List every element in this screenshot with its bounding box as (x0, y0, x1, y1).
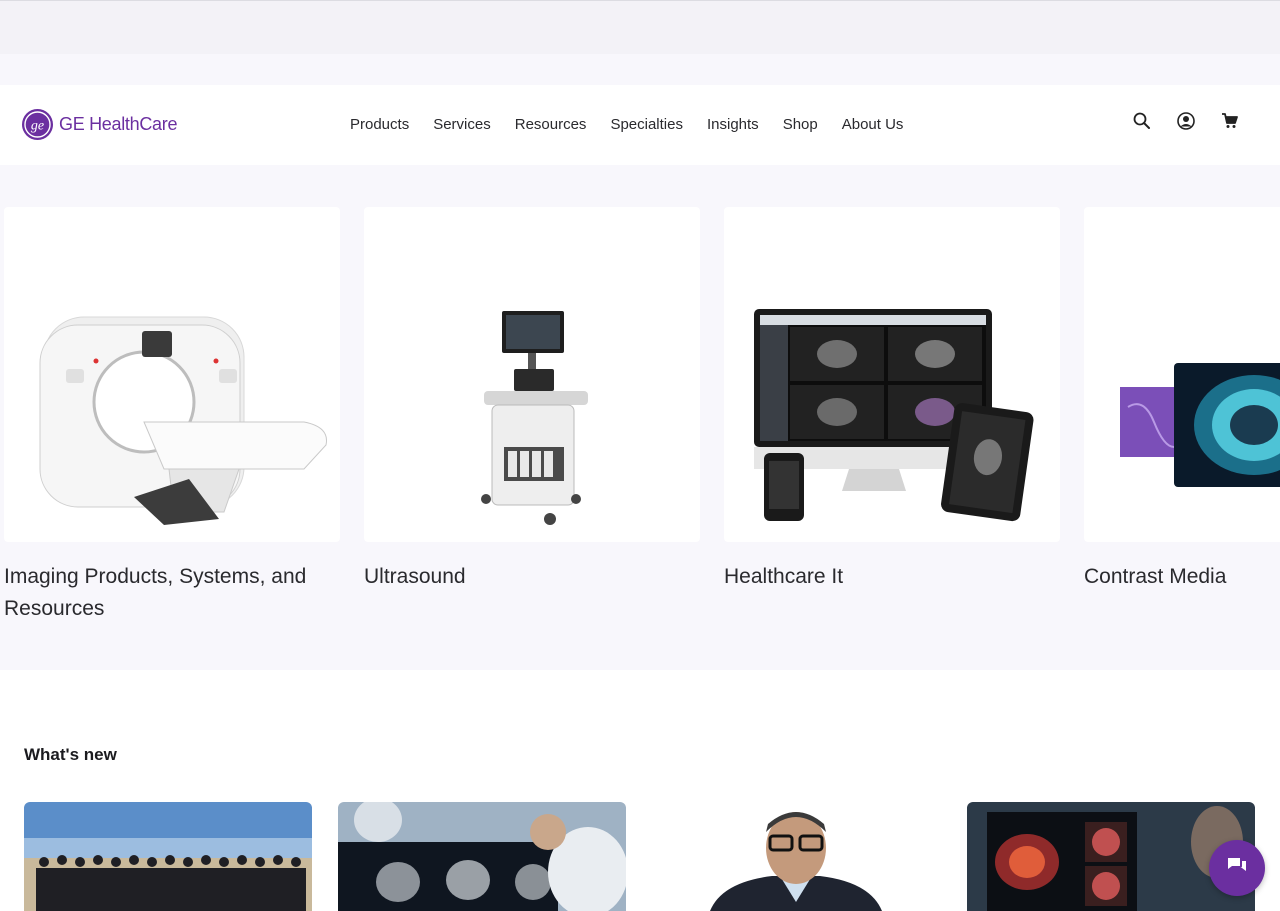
category-card-healthcare-it[interactable]: Healthcare It (724, 207, 1060, 593)
section-title: What's new (24, 745, 117, 764)
executive-portrait-image (652, 802, 940, 911)
main-nav: Products Services Resources Specialties … (350, 116, 903, 133)
nav-resources[interactable]: Resources (515, 116, 587, 133)
header-actions (1132, 111, 1240, 131)
cart-icon[interactable] (1220, 111, 1240, 131)
category-carousel: Imaging Products, Systems, and Resources… (0, 207, 1280, 627)
nav-insights[interactable]: Insights (707, 116, 759, 133)
category-title: Healthcare It (724, 565, 844, 588)
group-photo-image (24, 802, 312, 911)
svg-text:ge: ge (31, 119, 44, 134)
spacer-band (0, 54, 1280, 85)
search-icon[interactable] (1132, 111, 1152, 131)
category-title: Contrast Media (1084, 565, 1227, 588)
nav-about-us[interactable]: About Us (842, 116, 904, 133)
nav-products[interactable]: Products (350, 116, 409, 133)
category-title: Imaging Products, Systems, and Resources (4, 565, 307, 620)
ultrasound-machine-image (364, 207, 700, 542)
chat-button[interactable] (1209, 840, 1265, 896)
ge-monogram-icon: ge (22, 109, 53, 140)
category-card-ultrasound[interactable]: Ultrasound (364, 207, 700, 593)
nav-specialties[interactable]: Specialties (610, 116, 683, 133)
category-card-imaging[interactable]: Imaging Products, Systems, and Resources (4, 207, 340, 625)
account-icon[interactable] (1176, 111, 1196, 131)
news-card-1[interactable] (24, 802, 312, 911)
site-header: ge GE HealthCare Products Services Resou… (0, 85, 1280, 165)
top-banner (0, 0, 1280, 54)
chat-icon (1225, 854, 1249, 883)
nav-shop[interactable]: Shop (783, 116, 818, 133)
nav-services[interactable]: Services (433, 116, 491, 133)
news-card-3[interactable] (652, 802, 940, 911)
category-card-contrast-media[interactable]: Contrast Media (1084, 207, 1280, 593)
contrast-media-scans-image (1084, 207, 1280, 542)
healthcare-it-devices-image (724, 207, 1060, 542)
brain-scan-review-image (338, 802, 626, 911)
brand-logo[interactable]: ge GE HealthCare (22, 109, 177, 140)
news-card-2[interactable] (338, 802, 626, 911)
brand-name: GE HealthCare (59, 114, 178, 134)
category-title: Ultrasound (364, 565, 466, 588)
ct-scanner-image (4, 207, 340, 542)
